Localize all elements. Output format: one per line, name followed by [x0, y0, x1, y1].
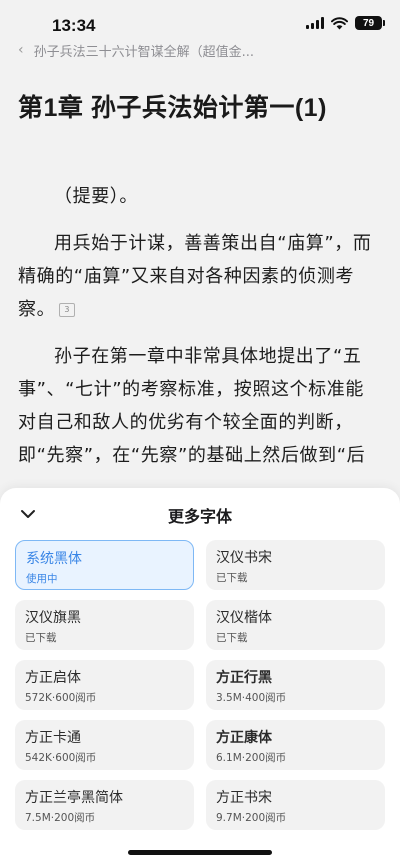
home-indicator — [128, 850, 272, 855]
paragraph: 用兵始于计谋，善善策出自“庙算”，而精确的“庙算”又来自对各种因素的侦测考察。 3 — [18, 227, 382, 326]
font-name: 方正书宋 — [216, 790, 272, 806]
font-option-fangzheng-lanting-hei[interactable]: 方正兰亭黑简体 7.5M·200阅币 — [15, 780, 194, 830]
font-name: 汉仪书宋 — [216, 550, 272, 566]
font-status: 使用中 — [26, 573, 58, 585]
font-price: 542K·600阅币 — [25, 752, 97, 764]
font-option-fangzheng-katong[interactable]: 方正卡通 542K·600阅币 — [15, 720, 194, 770]
font-name: 汉仪楷体 — [216, 610, 272, 626]
font-price: 572K·600阅币 — [25, 692, 97, 704]
font-option-hanyi-shusong[interactable]: 汉仪书宋 已下载 — [206, 540, 385, 590]
font-option-fangzheng-kangti[interactable]: 方正康体 6.1M·200阅币 — [206, 720, 385, 770]
font-picker-sheet: 更多字体 系统黑体 使用中 汉仪书宋 已下载 汉仪旗黑 已下载 汉仪楷体 已下载… — [0, 488, 400, 866]
font-price: 9.7M·200阅币 — [216, 812, 287, 824]
back-chevron-icon[interactable]: ‹ — [18, 42, 24, 58]
sheet-header: 更多字体 — [0, 488, 400, 538]
font-option-fangzheng-shusong[interactable]: 方正书宋 9.7M·200阅币 — [206, 780, 385, 830]
cellular-signal-icon — [306, 17, 324, 29]
font-name: 方正行黑 — [216, 670, 272, 686]
font-option-hanyi-qihei[interactable]: 汉仪旗黑 已下载 — [15, 600, 194, 650]
font-name: 方正康体 — [216, 730, 272, 746]
font-grid: 系统黑体 使用中 汉仪书宋 已下载 汉仪旗黑 已下载 汉仪楷体 已下载 方正启体… — [15, 540, 385, 830]
font-option-hanyi-kaiti[interactable]: 汉仪楷体 已下载 — [206, 600, 385, 650]
font-option-system-heiti[interactable]: 系统黑体 使用中 — [15, 540, 194, 590]
font-name: 方正卡通 — [25, 730, 81, 746]
footnote-badge[interactable]: 3 — [59, 303, 76, 317]
battery-icon: 79 — [355, 16, 385, 30]
book-text: （提要）。 用兵始于计谋，善善策出自“庙算”，而精确的“庙算”又来自对各种因素的… — [18, 180, 382, 486]
breadcrumb[interactable]: ‹ 孙子兵法三十六计智谋全解（超值金... — [18, 40, 254, 60]
font-status: 已下载 — [216, 572, 248, 584]
font-price: 7.5M·200阅币 — [25, 812, 96, 824]
book-title: 孙子兵法三十六计智谋全解（超值金... — [33, 44, 255, 60]
font-option-fangzheng-xinghei[interactable]: 方正行黑 3.5M·400阅币 — [206, 660, 385, 710]
font-name: 汉仪旗黑 — [25, 610, 81, 626]
font-name: 系统黑体 — [26, 551, 82, 567]
status-time: 13:34 — [52, 16, 96, 35]
chapter-title: 第1章 孙子兵法始计第一(1) — [18, 94, 327, 122]
font-name: 方正兰亭黑简体 — [25, 790, 123, 806]
font-price: 6.1M·200阅币 — [216, 752, 287, 764]
font-price: 3.5M·400阅币 — [216, 692, 287, 704]
status-icons: 79 — [306, 16, 385, 30]
paragraph: （提要）。 — [54, 186, 138, 207]
paragraph: 孙子在第一章中非常具体地提出了“五事”、“七计”的考察标准，按照这个标准能对自己… — [18, 346, 366, 466]
wifi-icon — [331, 16, 348, 29]
font-status: 已下载 — [25, 632, 57, 644]
sheet-title: 更多字体 — [167, 507, 232, 526]
font-option-fangzheng-qiti[interactable]: 方正启体 572K·600阅币 — [15, 660, 194, 710]
font-status: 已下载 — [216, 632, 248, 644]
font-name: 方正启体 — [25, 670, 81, 686]
